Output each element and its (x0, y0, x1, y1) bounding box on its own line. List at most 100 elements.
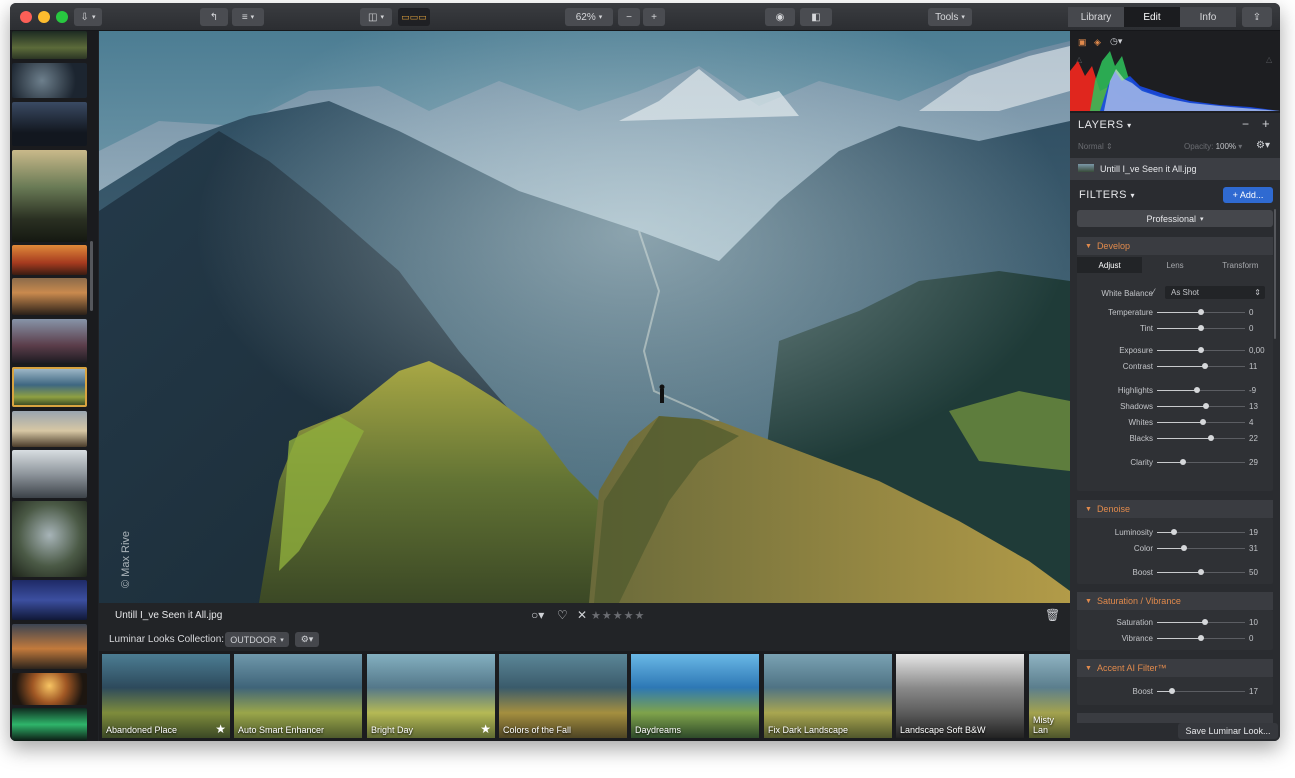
add-layer-button[interactable]: + (1262, 116, 1270, 131)
look-thumb[interactable]: Auto Smart Enhancer (234, 654, 362, 738)
filmstrip-toggle-button[interactable]: ▭▭▭ (398, 8, 430, 26)
slider-handle[interactable] (1198, 309, 1204, 315)
tab-info[interactable]: Info (1180, 7, 1236, 27)
slider-handle[interactable] (1198, 347, 1204, 353)
saturation-filter-header[interactable]: ▼ Saturation / Vibrance (1077, 592, 1273, 610)
tab-transform[interactable]: Transform (1208, 257, 1273, 273)
look-thumb[interactable]: Colors of the Fall (499, 654, 627, 738)
slider-handle[interactable] (1203, 403, 1210, 409)
look-thumb[interactable]: Landscape Soft B&W (896, 654, 1024, 738)
opacity-control[interactable]: Opacity: 100% ▾ (1184, 142, 1242, 151)
slider-handle[interactable] (1198, 325, 1204, 331)
filmstrip-thumb[interactable] (12, 319, 87, 363)
slider-handle[interactable] (1198, 635, 1204, 641)
color-label-icon[interactable]: ○▾ (531, 608, 544, 622)
import-button[interactable]: ⇩ ▾ (74, 8, 102, 26)
zoom-select[interactable]: 62% ▾ (565, 8, 613, 26)
star-icon[interactable]: ★ (215, 722, 226, 736)
tools-menu[interactable]: Tools ▾ (928, 8, 972, 26)
accent-filter-header[interactable]: ▼ Accent AI Filter™ (1077, 659, 1273, 677)
filmstrip-thumb[interactable] (12, 708, 87, 741)
filmstrip-thumb-selected[interactable] (12, 367, 87, 407)
add-filter-button[interactable]: + Add... (1223, 187, 1273, 203)
look-thumb[interactable]: Misty Lan (1029, 654, 1070, 738)
filmstrip (10, 31, 98, 741)
trash-icon[interactable]: 🗑 (1045, 608, 1060, 622)
eyedropper-icon[interactable]: ⁄ (1153, 287, 1155, 297)
look-thumb[interactable]: Fix Dark Landscape (764, 654, 892, 738)
chevron-down-icon: ▾ (250, 14, 255, 21)
minimize-window-button[interactable] (38, 11, 50, 23)
white-balance-select[interactable]: As Shot ⇕ (1165, 286, 1265, 299)
filmstrip-thumb[interactable] (12, 245, 87, 275)
slider-row: Luminosity 19 (1077, 526, 1273, 540)
disclosure-triangle-icon: ▼ (1085, 597, 1092, 605)
look-label: Bright Day (371, 725, 414, 735)
slider-handle[interactable] (1181, 545, 1188, 551)
filmstrip-thumb[interactable] (12, 580, 87, 620)
tab-library[interactable]: Library (1068, 7, 1124, 27)
filmstrip-thumb[interactable] (12, 278, 87, 315)
filters-title[interactable]: FILTERS ▾ (1079, 189, 1135, 201)
zoom-in-button[interactable]: + (643, 8, 665, 26)
slider-handle[interactable] (1199, 419, 1206, 425)
slider-row: Highlights -9 (1077, 384, 1273, 398)
slider-handle[interactable] (1198, 569, 1204, 575)
look-thumb[interactable]: Daydreams (631, 654, 759, 738)
reject-icon[interactable]: ✕ (577, 608, 587, 622)
filmstrip-thumb[interactable] (12, 450, 87, 498)
filmstrip-thumb[interactable] (12, 31, 87, 59)
slider-handle[interactable] (1202, 619, 1209, 625)
develop-filter-header[interactable]: ▼ Develop (1077, 237, 1273, 255)
zoom-window-button[interactable] (56, 11, 68, 23)
looks-bar: Luminar Looks Collection: OUTDOOR ▾ ⚙▾ (99, 629, 1070, 651)
denoise-filter-header[interactable]: ▼ Denoise (1077, 500, 1273, 518)
smart-sky-filter-header[interactable] (1077, 713, 1273, 723)
filmstrip-thumb[interactable] (12, 102, 87, 146)
plus-icon: + (651, 11, 657, 23)
filmstrip-thumb[interactable] (12, 624, 87, 669)
compare-button[interactable]: ◧ (800, 8, 832, 26)
history-button[interactable]: ≡ ▾ (232, 8, 264, 26)
preview-button[interactable]: ◉ (765, 8, 795, 26)
workspace-select[interactable]: Professional ▾ (1077, 210, 1273, 227)
tab-lens[interactable]: Lens (1142, 257, 1207, 273)
slider-handle[interactable] (1193, 387, 1200, 393)
close-window-button[interactable] (20, 11, 32, 23)
filmstrip-scrollbar[interactable] (90, 241, 93, 311)
favorite-heart-icon[interactable]: ♡ (557, 608, 568, 622)
slider-handle[interactable] (1202, 363, 1209, 369)
tab-adjust[interactable]: Adjust (1077, 257, 1143, 273)
chevron-down-icon: ▾ (598, 14, 603, 21)
save-look-button[interactable]: Save Luminar Look... (1178, 723, 1278, 739)
remove-layer-button[interactable]: − (1242, 117, 1249, 131)
slider-handle[interactable] (1168, 688, 1175, 694)
chevron-down-icon: ▾ (280, 636, 284, 644)
filmstrip-thumb[interactable] (12, 150, 87, 242)
filmstrip-thumb[interactable] (12, 63, 87, 98)
layers-title[interactable]: LAYERS ▾ (1078, 119, 1132, 131)
tab-transform-label: Transform (1222, 260, 1259, 270)
star-icon[interactable]: ★ (480, 722, 491, 736)
tab-edit[interactable]: Edit (1124, 7, 1180, 27)
layer-name: Untill I_ve Seen it All.jpg (1100, 164, 1197, 174)
looks-collection-select[interactable]: OUTDOOR ▾ (225, 632, 289, 647)
looks-settings-button[interactable]: ⚙▾ (295, 632, 319, 647)
filmstrip-thumb[interactable] (12, 501, 87, 577)
undo-button[interactable]: ↰ (200, 8, 228, 26)
slider-handle[interactable] (1179, 459, 1186, 465)
panel-scrollbar[interactable] (1274, 209, 1276, 339)
zoom-out-button[interactable]: − (618, 8, 640, 26)
blend-mode-select[interactable]: Normal ⇕ (1078, 142, 1113, 151)
layer-settings-icon[interactable]: ⚙▾ (1256, 140, 1270, 151)
layer-row[interactable]: Untill I_ve Seen it All.jpg (1070, 158, 1280, 180)
share-button[interactable]: ⇪ (1242, 7, 1272, 27)
look-thumb[interactable]: Abandoned Place ★ (102, 654, 230, 738)
filmstrip-thumb[interactable] (12, 411, 87, 447)
slider-handle[interactable] (1170, 529, 1177, 535)
look-thumb[interactable]: Bright Day ★ (367, 654, 495, 738)
rating-stars[interactable]: ★★★★★ (591, 609, 645, 622)
sidebar-toggle-button[interactable]: ◫ ▾ (360, 8, 392, 26)
filmstrip-thumb[interactable] (12, 673, 87, 705)
slider-handle[interactable] (1207, 435, 1214, 441)
